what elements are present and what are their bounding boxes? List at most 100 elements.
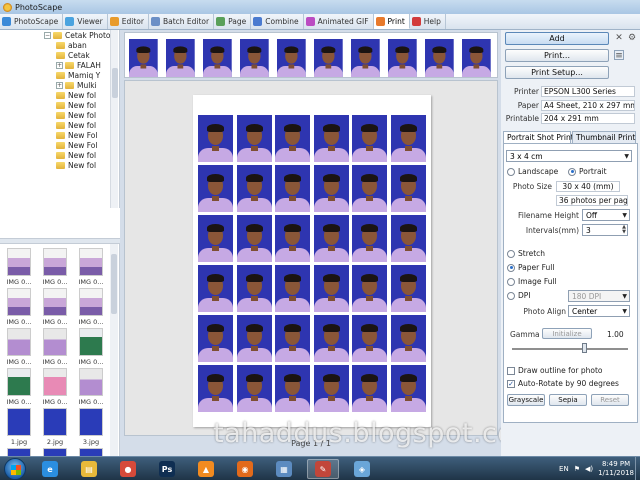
- tab-combine[interactable]: Combine: [251, 14, 304, 29]
- tree-folder-item[interactable]: New fol: [56, 101, 96, 110]
- settings-icon[interactable]: ⚙: [627, 33, 637, 43]
- gamma-slider-knob[interactable]: [582, 343, 587, 353]
- strip-photo[interactable]: [425, 39, 454, 77]
- draw-outline-checkbox[interactable]: Draw outline for photo: [507, 366, 603, 375]
- show-desktop-button[interactable]: [635, 457, 640, 480]
- thumbnail-item[interactable]: IMG 0...: [39, 328, 71, 368]
- taskbar-ie-icon[interactable]: e: [34, 459, 66, 479]
- thumbnail-item[interactable]: IMG 0...: [75, 248, 107, 288]
- taskbar-photoscape-icon[interactable]: ✎: [307, 459, 339, 479]
- folder-tree[interactable]: − Cetak Photo aban Cetak + FALAH Mamiq Y + Mulki…: [0, 30, 120, 208]
- filename-height-select[interactable]: Off ▼: [582, 209, 630, 221]
- thumbnail-item[interactable]: IMG 0...: [3, 288, 35, 328]
- tab-portrait-shot-print[interactable]: Portrait Shot Print: [503, 131, 574, 143]
- tree-folder-item[interactable]: − Cetak Photo: [44, 31, 111, 40]
- tree-folder-item[interactable]: New fol: [56, 121, 96, 130]
- taskbar-firefox-icon[interactable]: ◉: [229, 459, 261, 479]
- thumbnail-item[interactable]: IMG 0...: [3, 368, 35, 408]
- portrait-radio[interactable]: Portrait: [568, 167, 607, 176]
- thumbnail-item[interactable]: IMG 0...: [75, 368, 107, 408]
- thumbnail-item[interactable]: 1.jpg: [3, 408, 35, 448]
- flag-icon[interactable]: ⚑: [574, 465, 580, 473]
- expander-icon[interactable]: −: [44, 32, 51, 39]
- tab-photoscape[interactable]: PhotoScape: [0, 14, 64, 29]
- taskbar-vlc-icon[interactable]: ▲: [190, 459, 222, 479]
- delete-icon[interactable]: ✕: [614, 33, 624, 43]
- tab-editor[interactable]: Editor: [108, 14, 149, 29]
- tree-scrollbar[interactable]: [110, 30, 118, 208]
- gamma-initialize-button[interactable]: Initialize: [542, 328, 592, 339]
- taskbar-photoshop-icon[interactable]: Ps: [151, 459, 183, 479]
- tree-folder-item[interactable]: Mamiq Y: [56, 71, 100, 80]
- thumbnail-item[interactable]: IMG 0...: [3, 248, 35, 288]
- language-indicator[interactable]: EN: [559, 465, 569, 473]
- thumbnail-item[interactable]: IMG 0...: [3, 328, 35, 368]
- thumbnail-item[interactable]: 3.jpg: [75, 408, 107, 448]
- reset-button[interactable]: Reset: [591, 394, 629, 406]
- volume-icon[interactable]: ◀): [585, 465, 593, 473]
- tree-folder-item[interactable]: New fol: [56, 151, 96, 160]
- taskbar-network-icon[interactable]: ▦: [268, 459, 300, 479]
- tree-folder-item[interactable]: + FALAH: [56, 61, 101, 70]
- thumbnail-item[interactable]: IMG 0...: [75, 328, 107, 368]
- thumbnail-list[interactable]: IMG 0... IMG 0... IMG 0... IMG 0... IMG 0...…: [0, 244, 120, 466]
- landscape-radio[interactable]: Landscape: [507, 167, 558, 176]
- dpi-radio[interactable]: DPI: [507, 291, 531, 300]
- tab-animated-gif[interactable]: Animated GIF: [304, 14, 374, 29]
- tab-help[interactable]: Help: [410, 14, 446, 29]
- tab-thumbnail-print[interactable]: Thumbnail Print: [572, 131, 636, 143]
- taskbar-paint-icon[interactable]: ◈: [346, 459, 378, 479]
- grayscale-button[interactable]: Grayscale: [507, 394, 545, 406]
- thumbnail-item[interactable]: IMG 0...: [75, 288, 107, 328]
- photo-align-select[interactable]: Center ▼: [568, 305, 630, 317]
- strip-photo[interactable]: [203, 39, 232, 77]
- tree-folder-item[interactable]: New fol: [56, 111, 96, 120]
- strip-photo[interactable]: [351, 39, 380, 77]
- strip-photo[interactable]: [314, 39, 343, 77]
- tab-page[interactable]: Page: [214, 14, 252, 29]
- selected-photos-strip[interactable]: [124, 32, 498, 78]
- tree-folder-item[interactable]: New Fol: [56, 131, 97, 140]
- gamma-slider[interactable]: [512, 348, 628, 350]
- thumbnail-item[interactable]: IMG 0...: [39, 288, 71, 328]
- add-button[interactable]: Add: [505, 32, 609, 45]
- thumbnail-item[interactable]: 2.jpg: [39, 408, 71, 448]
- tab-batch-editor[interactable]: Batch Editor: [149, 14, 215, 29]
- tree-scroll-thumb[interactable]: [112, 68, 118, 98]
- sepia-button[interactable]: Sepia: [549, 394, 587, 406]
- expander-icon[interactable]: +: [56, 82, 63, 89]
- thumbnail-scrollbar[interactable]: [110, 244, 118, 466]
- strip-photo[interactable]: [462, 39, 491, 77]
- expander-icon[interactable]: +: [56, 62, 63, 69]
- thumbnail-item[interactable]: IMG 0...: [39, 248, 71, 288]
- spinner-arrows-icon[interactable]: ▲ ▼: [622, 225, 626, 235]
- intervals-spinner[interactable]: 3 ▲ ▼: [582, 224, 628, 236]
- clock[interactable]: 8:49 PM 1/11/2018: [598, 460, 634, 478]
- print-button[interactable]: Print...: [505, 49, 609, 62]
- tree-folder-item[interactable]: Cetak: [56, 51, 90, 60]
- strip-photo[interactable]: [277, 39, 306, 77]
- tab-viewer[interactable]: Viewer: [63, 14, 108, 29]
- strip-photo[interactable]: [388, 39, 417, 77]
- print-setup-button[interactable]: Print Setup...: [505, 66, 609, 79]
- tree-folder-item[interactable]: New Fol: [56, 141, 97, 150]
- taskbar-explorer-icon[interactable]: ▤: [73, 459, 105, 479]
- stretch-radio[interactable]: Stretch: [507, 249, 545, 258]
- start-button[interactable]: [4, 458, 26, 480]
- thumbnail-scroll-thumb[interactable]: [111, 254, 117, 314]
- shot-size-select[interactable]: 3 x 4 cm ▼: [506, 150, 632, 162]
- tree-folder-item[interactable]: New fol: [56, 161, 96, 170]
- strip-photo[interactable]: [240, 39, 269, 77]
- strip-photo[interactable]: [129, 39, 158, 77]
- tree-folder-item[interactable]: + Mulki: [56, 81, 97, 90]
- tab-print[interactable]: Print: [373, 14, 410, 29]
- list-icon[interactable]: ≡: [614, 50, 624, 61]
- dpi-select[interactable]: 180 DPI ▼: [568, 290, 630, 302]
- thumbnail-item[interactable]: IMG 0...: [39, 368, 71, 408]
- paper-full-radio[interactable]: Paper Full: [507, 263, 554, 272]
- tree-folder-item[interactable]: aban: [56, 41, 87, 50]
- tree-folder-item[interactable]: New fol: [56, 91, 96, 100]
- taskbar-chrome-icon[interactable]: ●: [112, 459, 144, 479]
- strip-photo[interactable]: [166, 39, 195, 77]
- image-full-radio[interactable]: Image Full: [507, 277, 557, 286]
